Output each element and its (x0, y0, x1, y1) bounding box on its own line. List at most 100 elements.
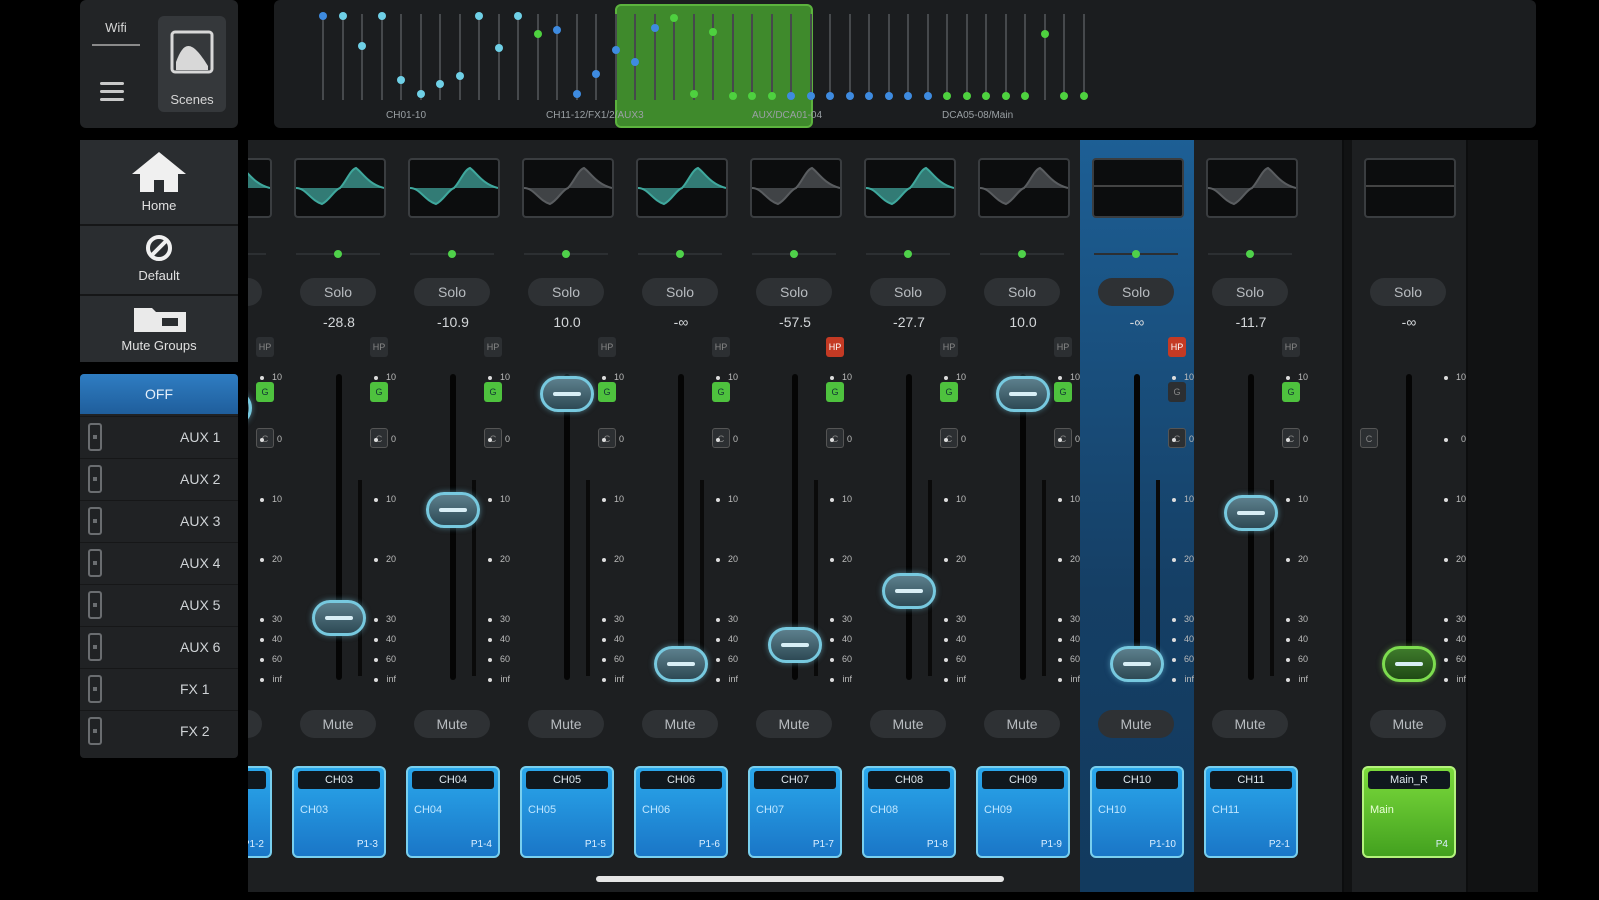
fader-knob[interactable] (1224, 494, 1278, 531)
solo-button[interactable]: Solo (984, 278, 1060, 306)
fader-knob[interactable] (1110, 646, 1164, 682)
fader-track[interactable] (1406, 374, 1412, 680)
mute-button[interactable]: Mute (870, 710, 946, 738)
mix-off-button[interactable]: OFF (80, 374, 238, 414)
channel-strip[interactable]: Solo -11.7 HP G C 10 0 10 20 30 40 60 inf Mute CH11 CH1… (1194, 140, 1310, 892)
channel-name-button[interactable]: CH06 CH06 P1-6 (634, 766, 728, 858)
fader-track[interactable] (1134, 374, 1140, 680)
pan-indicator[interactable] (1132, 250, 1140, 258)
highpass-toggle[interactable]: HP (1168, 337, 1186, 357)
pan-indicator[interactable] (676, 250, 684, 258)
highpass-toggle[interactable]: HP (256, 337, 274, 357)
main-strip[interactable]: Solo -∞ C 10 0 10 20 30 40 60 inf Mute Main_R Main P4 (1352, 140, 1468, 892)
mute-button[interactable]: Mute (756, 710, 832, 738)
mute-button[interactable]: Mute (528, 710, 604, 738)
highpass-toggle[interactable]: HP (484, 337, 502, 357)
pan-indicator[interactable] (1018, 250, 1026, 258)
pan-indicator[interactable] (1246, 250, 1254, 258)
mute-button[interactable]: Mute (984, 710, 1060, 738)
mix-item[interactable]: FX 2 (80, 710, 238, 751)
fader-track[interactable] (1020, 374, 1026, 680)
channel-name-button[interactable]: CH04 CH04 P1-4 (406, 766, 500, 858)
eq-display[interactable] (636, 158, 728, 218)
eq-display[interactable] (522, 158, 614, 218)
mute-button[interactable]: Mute (414, 710, 490, 738)
fader-track[interactable] (564, 374, 570, 680)
channel-name-button[interactable]: CH08 CH08 P1-8 (862, 766, 956, 858)
eq-display[interactable] (864, 158, 956, 218)
mute-button[interactable]: Mute (248, 710, 262, 738)
fader-track[interactable] (678, 374, 684, 680)
channel-strip[interactable]: Solo 10.0 HP G C 10 0 10 20 30 40 60 inf Mute CH05 CH05… (510, 140, 626, 892)
pan-indicator[interactable] (904, 250, 912, 258)
channel-name-button[interactable]: CH11 CH11 P2-1 (1204, 766, 1298, 858)
fader-knob[interactable] (248, 389, 252, 426)
highpass-toggle[interactable]: HP (598, 337, 616, 357)
mute-button[interactable]: Mute (300, 710, 376, 738)
eq-display[interactable] (294, 158, 386, 218)
solo-button[interactable]: Solo (300, 278, 376, 306)
fader-knob[interactable] (312, 600, 366, 637)
fader-knob[interactable] (540, 376, 594, 412)
mute-button[interactable]: Mute (1212, 710, 1288, 738)
solo-button[interactable]: Solo (756, 278, 832, 306)
channel-name-button[interactable]: CH09 CH09 P1-9 (976, 766, 1070, 858)
hamburger-icon[interactable] (100, 82, 124, 102)
pan-track[interactable] (248, 253, 266, 255)
channel-strip[interactable]: Solo -10.9 HP G C 10 0 10 20 30 40 60 inf Mute CH04 CH0… (396, 140, 512, 892)
mix-item[interactable]: AUX 1 (80, 416, 238, 457)
eq-display[interactable] (1364, 158, 1456, 218)
channel-strip[interactable]: Solo -∞ HP G C 10 0 10 20 30 40 60 inf Mute CH06 CH06 P1… (624, 140, 740, 892)
scenes-button[interactable]: Scenes (158, 16, 226, 112)
pan-indicator[interactable] (448, 250, 456, 258)
solo-button[interactable]: Solo (1098, 278, 1174, 306)
fader-knob[interactable] (1382, 646, 1436, 682)
highpass-toggle[interactable]: HP (370, 337, 388, 357)
mute-groups-button[interactable]: Mute Groups (80, 296, 238, 362)
channel-name-button[interactable]: CH07 CH07 P1-7 (748, 766, 842, 858)
mix-item[interactable]: AUX 6 (80, 626, 238, 667)
channel-name-button[interactable]: CH05 CH05 P1-5 (520, 766, 614, 858)
fader-knob[interactable] (996, 376, 1050, 412)
solo-button[interactable]: Solo (248, 278, 262, 306)
fader-knob[interactable] (654, 646, 708, 682)
channel-name-button[interactable]: CH10 CH10 P1-10 (1090, 766, 1184, 858)
solo-button[interactable]: Solo (1212, 278, 1288, 306)
mix-item[interactable]: AUX 3 (80, 500, 238, 541)
fader-knob[interactable] (426, 492, 480, 529)
eq-display[interactable] (978, 158, 1070, 218)
highpass-toggle[interactable]: HP (712, 337, 730, 357)
solo-button[interactable]: Solo (414, 278, 490, 306)
solo-button[interactable]: Solo (528, 278, 604, 306)
eq-display[interactable] (248, 158, 272, 218)
comp-toggle[interactable]: C (1360, 428, 1378, 448)
eq-display[interactable] (408, 158, 500, 218)
fader-knob[interactable] (768, 627, 822, 664)
pan-indicator[interactable] (790, 250, 798, 258)
fader-track[interactable] (906, 374, 912, 680)
mute-button[interactable]: Mute (642, 710, 718, 738)
home-indicator[interactable] (596, 876, 1004, 882)
mute-button[interactable]: Mute (1098, 710, 1174, 738)
mix-item[interactable]: FX 1 (80, 668, 238, 709)
mix-item[interactable]: AUX 4 (80, 542, 238, 583)
channel-strip[interactable]: Solo -28.8 HP G C 10 0 10 20 30 40 60 inf Mute CH03 CH0… (282, 140, 398, 892)
default-button[interactable]: Default (80, 226, 238, 296)
channel-strip[interactable]: Solo9.8HPGC1001020304060infMuteCH02CH02P… (248, 140, 284, 892)
pan-indicator[interactable] (334, 250, 342, 258)
pan-indicator[interactable] (562, 250, 570, 258)
fader-knob[interactable] (882, 573, 936, 610)
home-button[interactable]: Home (80, 140, 238, 226)
highpass-toggle[interactable]: HP (1054, 337, 1072, 357)
main-name-button[interactable]: Main_R Main P4 (1362, 766, 1456, 858)
channel-strip[interactable]: Solo -57.5 HP G C 10 0 10 20 30 40 60 inf Mute CH07 CH0… (738, 140, 854, 892)
channel-strip[interactable]: Solo -∞ HP G C 10 0 10 20 30 40 60 inf Mute CH10 CH10 P1… (1080, 140, 1196, 892)
wifi-label[interactable]: Wifi (82, 20, 150, 35)
channel-name-button[interactable]: CH03 CH03 P1-3 (292, 766, 386, 858)
channel-strip[interactable]: Solo -27.7 HP G C 10 0 10 20 30 40 60 inf Mute CH08 CH0… (852, 140, 968, 892)
solo-button[interactable]: Solo (642, 278, 718, 306)
eq-display[interactable] (1092, 158, 1184, 218)
mix-item[interactable]: AUX 2 (80, 458, 238, 499)
highpass-toggle[interactable]: HP (1282, 337, 1300, 357)
highpass-toggle[interactable]: HP (826, 337, 844, 357)
